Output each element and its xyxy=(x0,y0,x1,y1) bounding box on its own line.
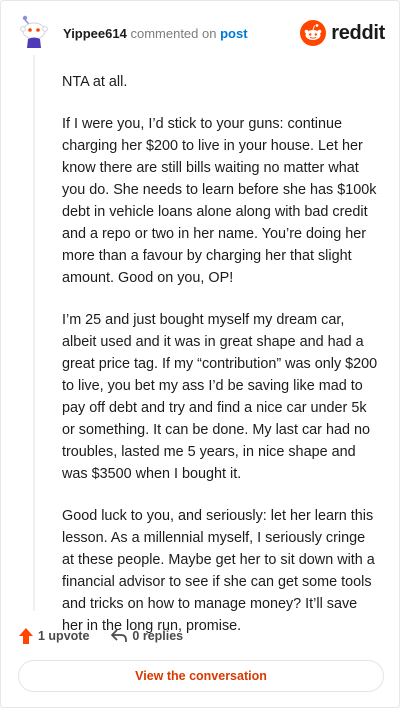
comment-meta: Yippee614 commented on post xyxy=(63,26,248,41)
reddit-wordmark: reddit xyxy=(331,21,385,44)
view-conversation-button[interactable]: View the conversation xyxy=(18,660,384,692)
comment-paragraph: If I were you, I’d stick to your guns: c… xyxy=(62,116,377,286)
post-link[interactable]: post xyxy=(220,26,247,41)
action-text: commented on xyxy=(130,26,217,41)
username-link[interactable]: Yippee614 xyxy=(63,26,127,41)
upvote-arrow-icon xyxy=(19,628,33,644)
comment-paragraph: NTA at all. xyxy=(62,74,128,90)
comment-card: Yippee614 commented on post reddit NTA a… xyxy=(0,0,400,708)
reply-arrow-icon xyxy=(111,629,128,642)
comment-paragraph: Good luck to you, and seriously: let her… xyxy=(62,508,375,634)
reddit-logo[interactable]: reddit xyxy=(300,19,385,47)
thread-line[interactable] xyxy=(33,55,35,611)
comment-body: NTA at all. If I were you, I’d stick to … xyxy=(62,71,380,657)
comment-header: Yippee614 commented on post reddit xyxy=(19,15,385,51)
upvote-count: 1 upvote xyxy=(38,629,90,643)
comment-paragraph: I’m 25 and just bought myself my dream c… xyxy=(62,312,378,482)
replies-count: 0 replies xyxy=(132,629,184,643)
upvote-button[interactable]: 1 upvote xyxy=(19,628,89,644)
snoo-avatar-icon[interactable] xyxy=(19,15,49,49)
replies-button[interactable]: 0 replies xyxy=(111,629,183,643)
reddit-alien-icon xyxy=(300,20,327,46)
comment-actions: 1 upvote 0 replies xyxy=(19,625,183,647)
